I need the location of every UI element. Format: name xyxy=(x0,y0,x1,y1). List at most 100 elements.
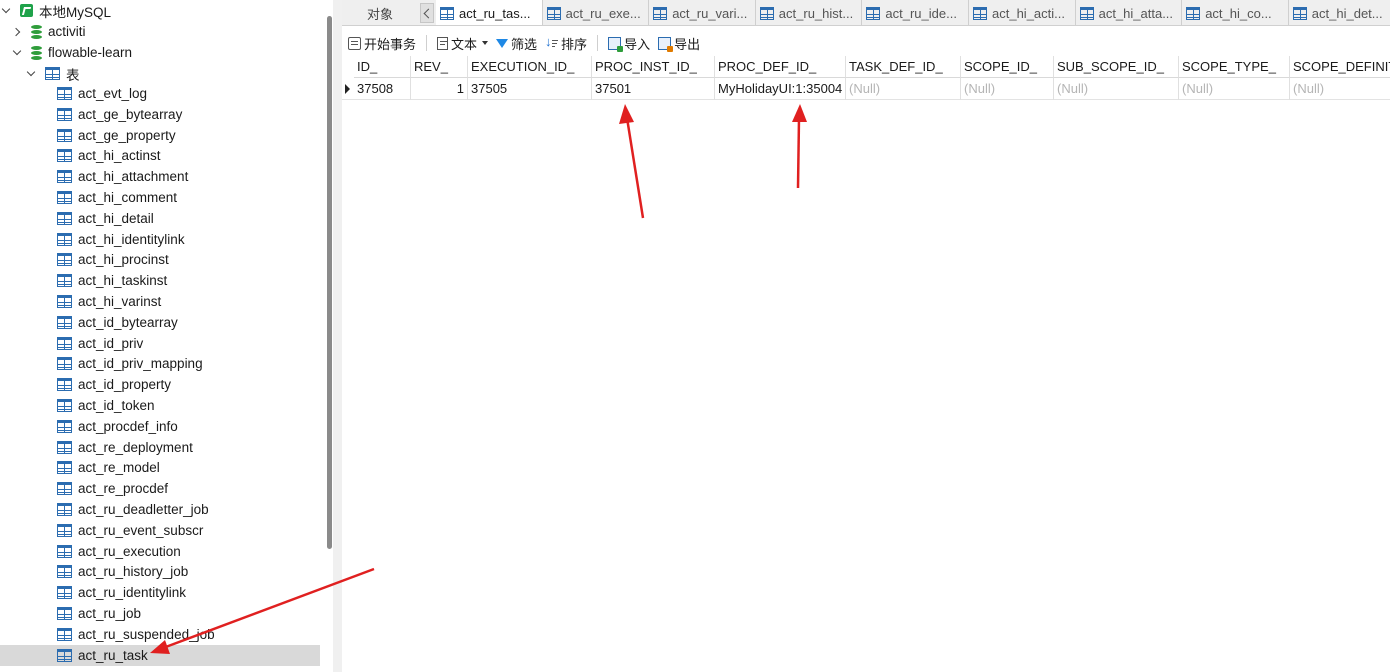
tab-act-ru-hist[interactable]: act_ru_hist... xyxy=(756,0,863,25)
tab-act-hi-det[interactable]: act_hi_det... xyxy=(1289,0,1390,25)
column-header[interactable]: SCOPE_DEFINIT xyxy=(1290,56,1390,78)
column-header[interactable]: PROC_INST_ID_ xyxy=(592,56,715,78)
tree-database-activiti[interactable]: activiti xyxy=(0,21,320,42)
sidebar-item-act-evt-log[interactable]: act_evt_log xyxy=(0,83,320,104)
tab-label: act_hi_acti... xyxy=(992,5,1065,21)
sidebar-item-act-ru-history-job[interactable]: act_ru_history_job xyxy=(0,561,320,582)
sidebar-item-label: act_ru_deadletter_job xyxy=(78,502,209,517)
sidebar-item-label: act_id_priv xyxy=(78,335,144,351)
column-header[interactable]: REV_ xyxy=(411,56,468,78)
sidebar-item-act-ru-execution[interactable]: act_ru_execution xyxy=(0,541,320,562)
table-cell[interactable]: 37505 xyxy=(468,78,592,100)
dropdown-caret-icon[interactable] xyxy=(482,41,489,45)
sidebar-item-act-hi-actinst[interactable]: act_hi_actinst xyxy=(0,145,320,166)
sidebar-item-act-hi-attachment[interactable]: act_hi_attachment xyxy=(0,166,320,187)
tree-connection[interactable]: 本地MySQL xyxy=(0,0,320,21)
sidebar-item-act-id-priv-mapping[interactable]: act_id_priv_mapping xyxy=(0,353,320,374)
tables-group-icon xyxy=(45,67,60,80)
tree-tables-group[interactable]: 表 xyxy=(0,63,320,84)
sort-button[interactable]: 排序 xyxy=(543,34,589,53)
tab-label: act_ru_tas... xyxy=(459,6,531,21)
sidebar-item-label: act_ru_event_subscr xyxy=(78,522,204,538)
sidebar-item-label: act_re_model xyxy=(78,460,160,476)
sidebar-item-act-ru-task[interactable]: act_ru_task xyxy=(0,644,320,666)
sidebar-item-act-hi-taskinst[interactable]: act_hi_taskinst xyxy=(0,270,320,291)
column-header[interactable]: ID_ xyxy=(354,56,411,78)
begin-transaction-button[interactable]: 开始事务 xyxy=(346,34,418,53)
tab-act-hi-atta[interactable]: act_hi_atta... xyxy=(1076,0,1183,25)
table-cell[interactable]: MyHolidayUI:1:35004 xyxy=(715,78,846,100)
table-icon xyxy=(57,419,72,433)
mysql-connection-icon xyxy=(20,4,33,17)
tab-objects[interactable]: 对象 xyxy=(342,0,418,25)
tab-act-hi-acti[interactable]: act_hi_acti... xyxy=(969,0,1076,25)
filter-button[interactable]: 筛选 xyxy=(494,34,539,53)
sidebar-item-act-id-bytearray[interactable]: act_id_bytearray xyxy=(0,312,320,333)
table-cell[interactable]: (Null) xyxy=(846,78,961,100)
text-view-button[interactable]: 文本 xyxy=(435,34,490,53)
tab-act-ru-tas[interactable]: act_ru_tas... xyxy=(436,0,543,25)
sidebar-scrollbar[interactable] xyxy=(327,16,332,549)
sidebar-item-act-id-token[interactable]: act_id_token xyxy=(0,395,320,416)
sidebar-item-label: act_ru_suspended_job xyxy=(78,626,215,642)
splitter[interactable] xyxy=(333,0,342,672)
sidebar-item-act-hi-procinst[interactable]: act_hi_procinst xyxy=(0,249,320,270)
tab-label: act_ru_hist... xyxy=(778,5,854,21)
tab-act-ru-ide[interactable]: act_ru_ide... xyxy=(862,0,969,25)
table-cell[interactable]: (Null) xyxy=(1179,78,1290,100)
database-icon xyxy=(31,45,42,60)
sidebar-item-act-ru-event-subscr[interactable]: act_ru_event_subscr xyxy=(0,520,320,541)
sidebar-item-act-ru-job[interactable]: act_ru_job xyxy=(0,603,320,624)
database-label: activiti xyxy=(48,24,86,39)
sidebar-item-act-hi-varinst[interactable]: act_hi_varinst xyxy=(0,291,320,312)
sidebar-item-label: act_ru_job xyxy=(78,606,142,621)
tab-act-hi-co[interactable]: act_hi_co... xyxy=(1182,0,1289,25)
column-header[interactable]: EXECUTION_ID_ xyxy=(468,56,592,78)
column-header[interactable]: SCOPE_TYPE_ xyxy=(1179,56,1290,78)
table-icon xyxy=(866,6,881,20)
chevron-right-icon[interactable] xyxy=(13,27,23,37)
sidebar-item-act-procdef-info[interactable]: act_procdef_info xyxy=(0,416,320,437)
chevron-down-icon[interactable] xyxy=(27,69,37,79)
sidebar-item-act-id-property[interactable]: act_id_property xyxy=(0,374,320,395)
chevron-down-icon[interactable] xyxy=(13,48,23,58)
table-icon xyxy=(546,6,561,20)
sidebar-item-act-re-deployment[interactable]: act_re_deployment xyxy=(0,437,320,458)
sidebar-item-act-re-model[interactable]: act_re_model xyxy=(0,457,320,478)
sidebar-item-act-id-priv[interactable]: act_id_priv xyxy=(0,333,320,354)
sidebar-item-act-ru-identitylink[interactable]: act_ru_identitylink xyxy=(0,582,320,603)
sidebar-item-act-ge-bytearray[interactable]: act_ge_bytearray xyxy=(0,104,320,125)
tab-scroll-left-icon[interactable] xyxy=(420,3,434,23)
sidebar-item-act-re-procdef[interactable]: act_re_procdef xyxy=(0,478,320,499)
export-button[interactable]: 导出 xyxy=(656,34,702,53)
column-header[interactable]: SCOPE_ID_ xyxy=(961,56,1054,78)
row-marker-header xyxy=(342,56,354,78)
chevron-down-icon[interactable] xyxy=(2,6,12,16)
sidebar-item-act-ru-suspended-job[interactable]: act_ru_suspended_job xyxy=(0,624,320,645)
sort-icon xyxy=(545,34,559,50)
table-cell[interactable]: (Null) xyxy=(1054,78,1179,100)
table-row[interactable]: 37508 1 37505 37501 MyHolidayUI:1:35004 (Null… xyxy=(342,78,1390,100)
tree-database-flowable-learn[interactable]: flowable-learn xyxy=(0,42,320,63)
sidebar-item-label: act_hi_attachment xyxy=(78,169,189,185)
column-header[interactable]: TASK_DEF_ID_ xyxy=(846,56,961,78)
tab-act-ru-exe[interactable]: act_ru_exe... xyxy=(543,0,650,25)
table-icon xyxy=(57,440,72,454)
table-cell[interactable]: 37508 xyxy=(354,78,411,100)
table-cell[interactable]: (Null) xyxy=(961,78,1054,100)
sidebar-item-act-hi-identitylink[interactable]: act_hi_identitylink xyxy=(0,229,320,250)
column-header[interactable]: PROC_DEF_ID_ xyxy=(715,56,846,78)
sidebar-item-act-hi-detail[interactable]: act_hi_detail xyxy=(0,208,320,229)
sidebar-item-label: act_evt_log xyxy=(78,86,148,101)
table-cell[interactable]: 1 xyxy=(411,78,468,100)
sidebar-item-label: act_ru_task xyxy=(78,647,148,663)
table-cell[interactable]: (Null) xyxy=(1290,78,1390,100)
import-button[interactable]: 导入 xyxy=(606,34,652,53)
column-header[interactable]: SUB_SCOPE_ID_ xyxy=(1054,56,1179,78)
sidebar-item-act-ru-deadletter-job[interactable]: act_ru_deadletter_job xyxy=(0,499,320,520)
tab-act-ru-vari[interactable]: act_ru_vari... xyxy=(649,0,756,25)
table-cell[interactable]: 37501 xyxy=(592,78,715,100)
sidebar-item-act-hi-comment[interactable]: act_hi_comment xyxy=(0,187,320,208)
sidebar-item-act-ge-property[interactable]: act_ge_property xyxy=(0,125,320,146)
toolbar-divider xyxy=(426,35,428,51)
